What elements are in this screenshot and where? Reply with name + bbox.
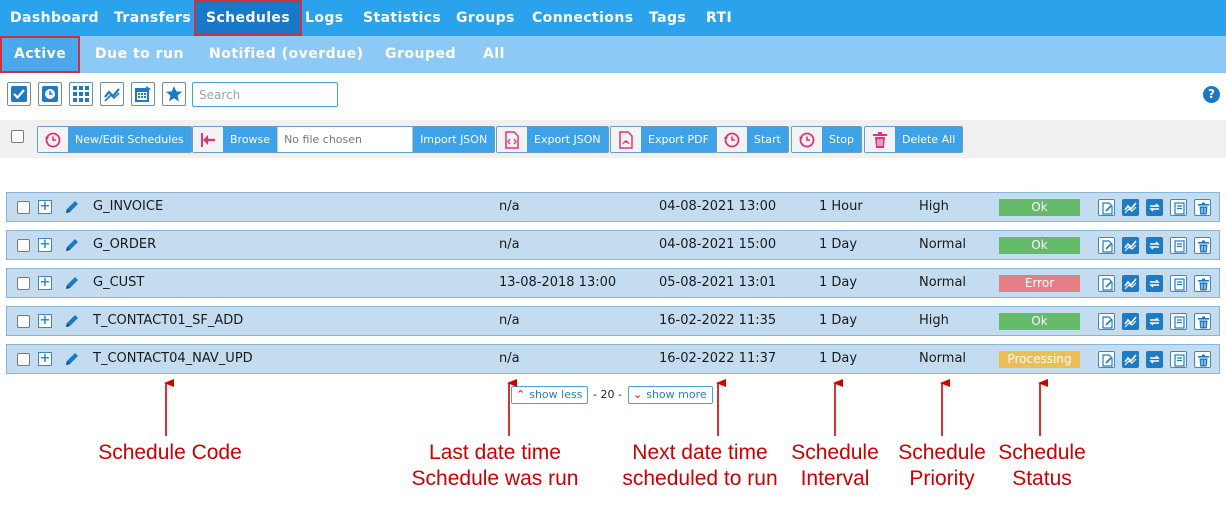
annotation-interval: Schedule Interval	[791, 441, 879, 490]
annotation-schedule-code: Schedule Code	[98, 441, 242, 464]
annotation-priority: Schedule Priority	[898, 441, 986, 490]
annotation-status: Schedule Status	[998, 441, 1086, 490]
annotation-last-run: Last date time Schedule was run	[411, 441, 579, 490]
annotation-arrows	[164, 379, 1048, 436]
annotation-next-run: Next date time scheduled to run	[622, 441, 778, 490]
